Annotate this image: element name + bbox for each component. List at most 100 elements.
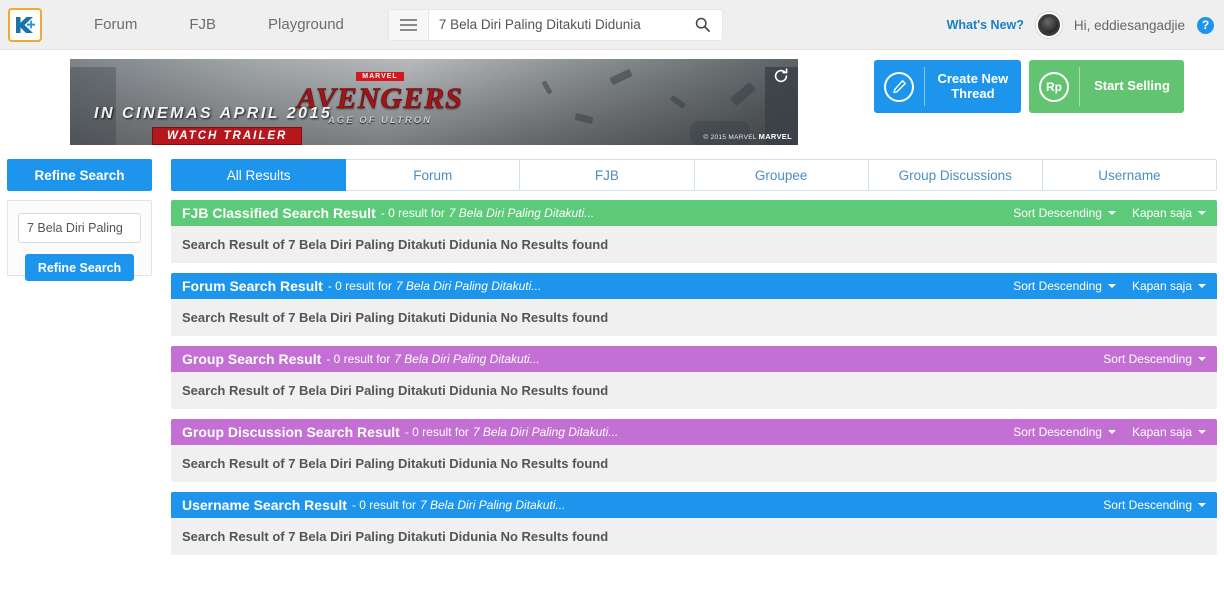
banner-tagline: IN CINEMAS APRIL 2015 — [94, 105, 333, 122]
result-title: Username Search Result — [182, 497, 347, 513]
result-header: FJB Classified Search Result - 0 result … — [171, 200, 1217, 226]
result-header: Group Search Result - 0 result for 7 Bel… — [171, 346, 1217, 372]
avatar[interactable] — [1035, 12, 1062, 38]
chevron-down-icon — [1198, 211, 1206, 215]
time-filter-control[interactable]: Kapan saja — [1132, 425, 1206, 439]
user-greeting: Hi, eddiesangadjie — [1073, 17, 1185, 33]
pencil-icon — [874, 71, 924, 102]
result-block-forum: Forum Search Result - 0 result for 7 Bel… — [171, 273, 1217, 336]
result-block-group-discussion: Group Discussion Search Result - 0 resul… — [171, 419, 1217, 482]
tab-username[interactable]: Username — [1042, 159, 1217, 191]
nav-link-playground[interactable]: Playground — [242, 0, 370, 50]
chevron-down-icon — [1198, 357, 1206, 361]
sort-descending-control[interactable]: Sort Descending — [1013, 425, 1116, 439]
banner-credit-brand: MARVEL — [758, 132, 792, 141]
whats-new-link[interactable]: What's New? — [947, 18, 1024, 32]
chevron-down-icon — [1107, 284, 1116, 288]
sort-descending-control[interactable]: Sort Descending — [1103, 498, 1206, 512]
result-count: - 0 result for — [351, 498, 416, 512]
menu-hamburger-icon[interactable] — [387, 8, 428, 41]
result-body: Search Result of 7 Bela Diri Paling Dita… — [171, 518, 1217, 555]
search-icon — [696, 17, 711, 32]
time-filter-control[interactable]: Kapan saja — [1132, 279, 1206, 293]
tab-fjb[interactable]: FJB — [520, 159, 695, 191]
action-buttons: Create New Thread Rp Start Selling — [874, 60, 1184, 113]
banner-credit-text: © 2015 MARVEL — [703, 134, 759, 141]
navbar-right: What's New? Hi, eddiesangadjie ? — [947, 0, 1214, 50]
watch-trailer-button[interactable]: WATCH TRAILER — [152, 127, 303, 145]
refine-search-button[interactable]: Refine Search — [24, 254, 135, 281]
refine-search-tab[interactable]: Refine Search — [7, 159, 152, 191]
result-query: 7 Bela Diri Paling Ditakuti... — [394, 352, 540, 366]
sort-label: Sort Descending — [1013, 425, 1102, 439]
result-query: 7 Bela Diri Paling Ditakuti... — [472, 425, 619, 439]
sort-label: Sort Descending — [1013, 206, 1102, 220]
primary-nav: Forum FJB Playground — [68, 0, 370, 50]
create-new-thread-button[interactable]: Create New Thread — [874, 60, 1021, 113]
sort-label: Sort Descending — [1103, 352, 1192, 366]
advertisement-banner[interactable]: MARVEL AVENGERS AGE OF ULTRON IN CINEMAS… — [70, 59, 798, 145]
chevron-down-icon — [1107, 430, 1116, 434]
content-area: Refine Search FJB Classified Search Resu… — [0, 200, 1224, 565]
chevron-down-icon — [1198, 503, 1206, 507]
result-count: - 0 result for — [404, 425, 469, 439]
result-body: Search Result of 7 Bela Diri Paling Dita… — [171, 372, 1217, 409]
time-label: Kapan saja — [1131, 206, 1192, 220]
tabs-row: Refine Search All Results Forum FJB Grou… — [0, 159, 1224, 191]
chevron-down-icon — [1107, 211, 1116, 215]
nav-link-forum[interactable]: Forum — [68, 0, 163, 50]
result-body: Search Result of 7 Bela Diri Paling Dita… — [171, 299, 1217, 336]
time-filter-control[interactable]: Kapan saja — [1132, 206, 1206, 220]
result-block-username: Username Search Result - 0 result for 7 … — [171, 492, 1217, 555]
search-bar — [427, 8, 723, 41]
banner-row: MARVEL AVENGERS AGE OF ULTRON IN CINEMAS… — [0, 50, 1224, 154]
result-block-fjb-classified: FJB Classified Search Result - 0 result … — [171, 200, 1217, 263]
chevron-down-icon — [1198, 284, 1206, 288]
time-label: Kapan saja — [1131, 279, 1192, 293]
refine-search-input[interactable] — [18, 213, 141, 243]
search-results-list: FJB Classified Search Result - 0 result … — [171, 200, 1217, 565]
sort-label: Sort Descending — [1013, 279, 1102, 293]
result-title: Forum Search Result — [182, 278, 323, 294]
result-query: 7 Bela Diri Paling Ditakuti... — [448, 206, 595, 220]
result-header: Forum Search Result - 0 result for 7 Bel… — [171, 273, 1217, 299]
result-count: - 0 result for — [380, 206, 445, 220]
result-title: Group Search Result — [182, 351, 322, 367]
result-title: Group Discussion Search Result — [182, 424, 400, 440]
banner-refresh-icon[interactable] — [772, 67, 790, 85]
result-body: Search Result of 7 Bela Diri Paling Dita… — [171, 445, 1217, 482]
result-query: 7 Bela Diri Paling Ditakuti... — [420, 498, 566, 512]
result-tabs: All Results Forum FJB Groupee Group Disc… — [171, 159, 1217, 191]
start-selling-label: Start Selling — [1094, 78, 1170, 94]
rupiah-icon: Rp — [1029, 71, 1079, 102]
result-title: FJB Classified Search Result — [182, 205, 376, 221]
top-navbar: Forum FJB Playground What's New? Hi, edd… — [0, 0, 1224, 50]
start-selling-button[interactable]: Rp Start Selling — [1029, 60, 1184, 113]
kaskus-logo[interactable] — [8, 7, 42, 42]
result-query: 7 Bela Diri Paling Ditakuti... — [395, 279, 542, 293]
search-input[interactable] — [428, 9, 684, 40]
search-button[interactable] — [684, 10, 722, 40]
sort-label: Sort Descending — [1103, 498, 1192, 512]
result-body: Search Result of 7 Bela Diri Paling Dita… — [171, 226, 1217, 263]
tab-all-results[interactable]: All Results — [171, 159, 347, 191]
marvel-tag: MARVEL — [356, 72, 404, 81]
nav-link-fjb[interactable]: FJB — [163, 0, 242, 50]
result-block-group: Group Search Result - 0 result for 7 Bel… — [171, 346, 1217, 409]
chevron-down-icon — [1198, 430, 1206, 434]
sort-descending-control[interactable]: Sort Descending — [1103, 352, 1206, 366]
result-header: Group Discussion Search Result - 0 resul… — [171, 419, 1217, 445]
result-count: - 0 result for — [327, 279, 392, 293]
result-count: - 0 result for — [326, 352, 391, 366]
kaskus-logo-icon — [16, 16, 35, 33]
create-new-thread-label: Create New Thread — [937, 70, 1009, 101]
sort-descending-control[interactable]: Sort Descending — [1013, 279, 1116, 293]
sort-descending-control[interactable]: Sort Descending — [1013, 206, 1116, 220]
tab-groupee[interactable]: Groupee — [694, 159, 869, 191]
tab-group-discussions[interactable]: Group Discussions — [868, 159, 1043, 191]
help-icon[interactable]: ? — [1197, 16, 1214, 34]
refine-search-panel: Refine Search — [7, 200, 152, 281]
result-header: Username Search Result - 0 result for 7 … — [171, 492, 1217, 518]
banner-credit: © 2015 MARVEL MARVEL — [703, 132, 792, 141]
tab-forum[interactable]: Forum — [346, 159, 521, 191]
